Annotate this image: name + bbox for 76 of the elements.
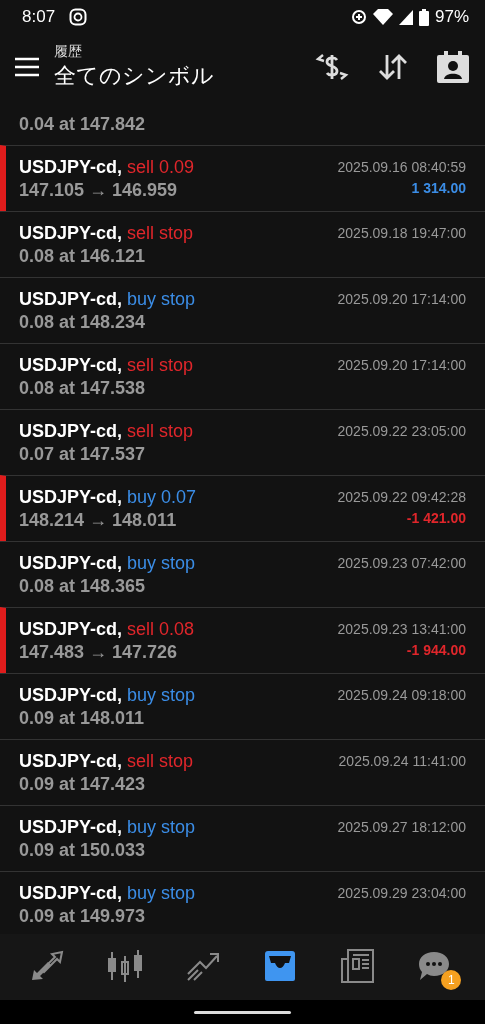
order-detail: 0.04 at 147.842	[19, 114, 146, 135]
trade-detail: 147.105 → 146.959	[19, 179, 179, 201]
notification-badge: 1	[441, 970, 462, 990]
symbol-name: USDJPY-cd,	[19, 750, 123, 772]
trade-time: 2025.09.29 23:04:00	[337, 885, 466, 901]
wifi-icon	[372, 9, 393, 25]
trade-type: buy stop	[127, 288, 196, 310]
data-saver-icon	[350, 9, 367, 25]
trade-type: buy stop	[127, 816, 196, 838]
signal-icon	[398, 9, 413, 25]
trade-detail: 147.483 → 147.726	[19, 641, 179, 663]
trade-type: sell 0.08	[127, 618, 195, 640]
header-subtitle: 履歴	[54, 43, 83, 61]
trade-time: 2025.09.22 09:42:28	[337, 489, 466, 505]
candlestick-icon	[106, 950, 143, 982]
trade-detail: 0.08 at 147.538	[19, 377, 147, 399]
app-notification-icon	[69, 8, 88, 26]
symbol-name: USDJPY-cd,	[19, 486, 123, 508]
trend-arrow-icon	[185, 950, 220, 982]
menu-icon[interactable]	[14, 57, 40, 77]
trade-time: 2025.09.20 17:14:00	[337, 291, 466, 307]
symbol-name: USDJPY-cd,	[19, 684, 123, 706]
history-row[interactable]: USDJPY-cd, buy 0.07 148.214 → 148.011 2025.09.22 09:42:28 -1 421.00	[0, 475, 485, 541]
battery-icon	[418, 8, 429, 26]
trade-time: 2025.09.23 07:42:00	[337, 555, 466, 571]
profit-value: -1 944.00	[406, 642, 466, 658]
symbol-name: USDJPY-cd,	[19, 354, 123, 376]
status-time: 8:07	[22, 7, 56, 27]
trade-time: 2025.09.27 18:12:00	[337, 819, 466, 835]
trade-detail: 0.09 at 150.033	[19, 839, 147, 861]
contact-card-icon[interactable]	[437, 51, 469, 83]
trade-type: sell stop	[127, 222, 194, 244]
trade-detail: 0.07 at 147.537	[19, 443, 147, 465]
profit-value: 1 314.00	[411, 180, 466, 196]
trade-time: 2025.09.24 11:41:00	[338, 753, 466, 769]
symbol-name: USDJPY-cd,	[19, 816, 123, 838]
trade-type: sell 0.09	[127, 156, 195, 178]
home-indicator[interactable]	[194, 1010, 291, 1014]
symbol-name: USDJPY-cd,	[19, 222, 123, 244]
symbol-name: USDJPY-cd,	[19, 288, 123, 310]
trade-detail: 0.09 at 148.011	[19, 707, 146, 729]
symbol-name: USDJPY-cd,	[19, 156, 123, 178]
trade-type: buy stop	[127, 684, 196, 706]
trade-type: sell stop	[127, 354, 194, 376]
trade-time: 2025.09.18 19:47:00	[337, 225, 466, 241]
diagonal-arrows-icon	[29, 950, 64, 982]
inbox-icon	[263, 950, 298, 982]
sort-icon[interactable]	[377, 53, 409, 81]
chat-icon	[417, 950, 452, 982]
trade-type: buy stop	[127, 552, 196, 574]
profit-value: -1 421.00	[406, 510, 466, 526]
symbol-name: USDJPY-cd,	[19, 420, 123, 442]
trade-time: 2025.09.24 09:18:00	[337, 687, 466, 703]
history-row[interactable]: USDJPY-cd, sell 0.09 147.105 → 146.959 2025.09.16 08:40:59 1 314.00	[0, 145, 485, 211]
battery-percent: 97%	[434, 7, 469, 27]
symbol-name: USDJPY-cd,	[19, 618, 123, 640]
dollar-exchange-icon[interactable]	[315, 51, 349, 83]
trade-time: 2025.09.16 08:40:59	[337, 159, 466, 175]
trade-type: buy stop	[127, 882, 196, 904]
symbol-name: USDJPY-cd,	[19, 882, 123, 904]
newspaper-icon	[340, 949, 375, 983]
trade-time: 2025.09.23 13:41:00	[337, 621, 466, 637]
history-row[interactable]: USDJPY-cd, sell 0.08 147.483 → 147.726 2025.09.23 13:41:00 -1 944.00	[0, 607, 485, 673]
trade-type: buy 0.07	[127, 486, 197, 508]
trade-type: sell stop	[127, 420, 194, 442]
symbol-name: USDJPY-cd,	[19, 552, 123, 574]
header-title[interactable]: 全てのシンボル	[54, 61, 315, 91]
trade-detail: 0.09 at 147.423	[19, 773, 147, 795]
trade-detail: 0.08 at 148.365	[19, 575, 147, 597]
trade-detail: 0.08 at 148.234	[19, 311, 147, 333]
trade-type: sell stop	[127, 750, 194, 772]
trade-detail: 0.09 at 149.973	[19, 905, 147, 927]
trade-time: 2025.09.22 23:05:00	[337, 423, 466, 439]
trade-detail: 148.214 → 148.011	[19, 509, 178, 531]
trade-time: 2025.09.20 17:14:00	[337, 357, 466, 373]
trade-detail: 0.08 at 146.121	[19, 245, 147, 267]
